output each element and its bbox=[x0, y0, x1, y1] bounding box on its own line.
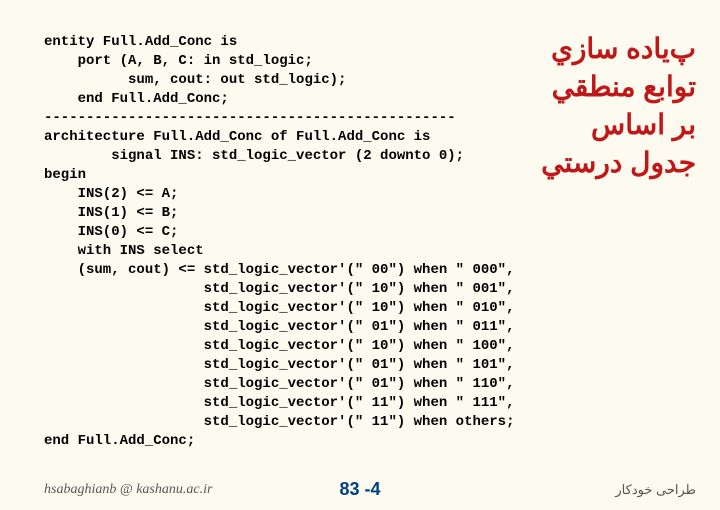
code-line: INS(0) <= C; bbox=[44, 224, 178, 240]
code-line: ----------------------------------------… bbox=[44, 110, 456, 126]
code-line: std_logic_vector'(" 10") when " 001", bbox=[44, 281, 514, 297]
code-line: end Full.Add_Conc; bbox=[44, 91, 229, 107]
code-line: port (A, B, C: in std_logic; bbox=[44, 53, 313, 69]
footer-right-text: طراحی خودکار bbox=[615, 482, 696, 498]
code-line: std_logic_vector'(" 11") when " 111", bbox=[44, 395, 514, 411]
footer-page-number: 83 -4 bbox=[0, 479, 720, 500]
persian-line: توابع منطقي bbox=[541, 68, 696, 106]
code-line: architecture Full.Add_Conc of Full.Add_C… bbox=[44, 129, 430, 145]
code-line: std_logic_vector'(" 01") when " 011", bbox=[44, 319, 514, 335]
code-line: INS(2) <= A; bbox=[44, 186, 178, 202]
code-line: entity Full.Add_Conc is bbox=[44, 34, 237, 50]
persian-line: پ‌ياده سازي bbox=[541, 30, 696, 68]
code-block: entity Full.Add_Conc is port (A, B, C: i… bbox=[44, 14, 514, 451]
code-line: with INS select bbox=[44, 243, 204, 259]
code-line: end Full.Add_Conc; bbox=[44, 433, 195, 449]
code-line: (sum, cout) <= std_logic_vector'(" 00") … bbox=[44, 262, 514, 278]
code-line: std_logic_vector'(" 10") when " 100", bbox=[44, 338, 514, 354]
persian-title: پ‌ياده سازي توابع منطقي بر اساس جدول درس… bbox=[541, 30, 696, 182]
code-line: std_logic_vector'(" 10") when " 010", bbox=[44, 300, 514, 316]
code-line: signal INS: std_logic_vector (2 downto 0… bbox=[44, 148, 464, 164]
code-line: std_logic_vector'(" 11") when others; bbox=[44, 414, 514, 430]
code-line: begin bbox=[44, 167, 86, 183]
code-line: INS(1) <= B; bbox=[44, 205, 178, 221]
code-line: std_logic_vector'(" 01") when " 110", bbox=[44, 376, 514, 392]
code-line: sum, cout: out std_logic); bbox=[44, 72, 346, 88]
persian-line: بر اساس bbox=[541, 106, 696, 144]
code-line: std_logic_vector'(" 01") when " 101", bbox=[44, 357, 514, 373]
persian-line: جدول درستي bbox=[541, 144, 696, 182]
